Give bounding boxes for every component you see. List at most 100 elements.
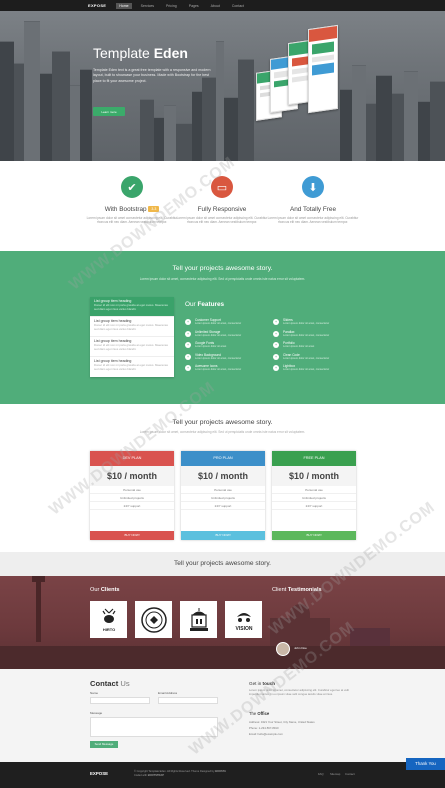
list-item-text: Donec id elit non mi porta gravida at eg… xyxy=(94,303,168,311)
list-group-item[interactable]: List group item heading Donec id elit no… xyxy=(90,317,174,337)
plan-feature: Unlimited projects xyxy=(181,494,265,502)
badge-logo-icon xyxy=(140,606,167,633)
nav-item-services[interactable]: Services xyxy=(138,3,157,9)
list-group: List group item heading Donec id elit no… xyxy=(90,297,174,377)
get-in-touch-title: Get in touch xyxy=(249,681,276,686)
feature-title: And Totally Free xyxy=(289,206,337,213)
message-label: Message xyxy=(90,711,103,715)
features-row: ✔ With Bootstrap 3.3 Lorem ipsum dolor s… xyxy=(0,161,445,251)
plan-feature: Personal use xyxy=(90,486,174,494)
feature-item: + Portfolio Lorem ipsum dolor sit amet xyxy=(273,341,315,348)
feature-item: + Video Background Lorem ipsum dolor sit a… xyxy=(185,352,242,360)
client-logo-hirto[interactable]: HIRTO xyxy=(90,601,127,638)
plan-price: $10 / month xyxy=(90,466,174,486)
plan-feature: Unlimited projects xyxy=(90,494,174,502)
list-item-text: Donec id elit non mi porta gravida at eg… xyxy=(94,343,168,351)
feature-item: + Customer Support Lorem ipsum dolor sit a… xyxy=(185,318,242,325)
plan-feature: Personal use xyxy=(272,486,356,494)
list-item-text: Donec id elit non mi porta gravida at eg… xyxy=(94,323,168,331)
device-mockups-image xyxy=(256,24,338,147)
contact-title: Contact Us xyxy=(90,679,130,688)
nav-item-pages[interactable]: Pages xyxy=(186,3,202,9)
nav-item-contact[interactable]: Contact xyxy=(229,3,247,9)
testimonial-author: John Doe xyxy=(294,646,307,650)
plus-icon: + xyxy=(185,353,191,360)
pricing-section: Tell your projects awesome story. Lorem … xyxy=(0,404,445,552)
name-input[interactable] xyxy=(90,697,150,704)
plan-name: PRO PLAN xyxy=(181,451,265,466)
plan-price: $10 / month xyxy=(272,466,356,486)
section-subtitle: Lorem ipsum dolor sit amet, consectetur … xyxy=(139,277,306,281)
avatar xyxy=(276,642,290,656)
version-badge: 3.3 xyxy=(148,206,160,213)
buy-now-button[interactable]: BUY NOW! xyxy=(90,531,174,540)
svg-text:HIRTO: HIRTO xyxy=(102,627,114,632)
email-input[interactable] xyxy=(158,697,218,704)
download-icon: ⬇ xyxy=(302,176,324,198)
list-group-item[interactable]: List group item heading Donec id elit no… xyxy=(90,337,174,357)
feature-item: + Awesome Icons Lorem ipsum dolor sit amet… xyxy=(185,364,242,371)
list-group-item[interactable]: List group item heading Donec id elit no… xyxy=(90,297,174,317)
feature-item: + Parallax Lorem ipsum dolor sit amet, con… xyxy=(273,329,330,337)
plus-icon: + xyxy=(185,365,191,371)
pricing-card-pro: PRO PLAN $10 / month Personal use Unlimi… xyxy=(181,451,265,540)
feature-item: + Google Fonts Lorem ipsum dolor sit amet xyxy=(185,341,227,348)
pricing-card-free: FREE PLAN $10 / month Personal use Unlim… xyxy=(272,451,356,540)
feature-free: ⬇ And Totally Free Lorem ipsum dolor sit… xyxy=(258,176,368,225)
buy-now-button[interactable]: BUY NOW! xyxy=(181,531,265,540)
nav-item-home[interactable]: Home xyxy=(116,2,132,9)
story-strip: Tell your projects awesome story. xyxy=(0,552,445,576)
page: EXPOSE Home Services Pricing Pages About… xyxy=(0,0,445,788)
client-logo-vision[interactable]: VISION xyxy=(225,601,262,638)
bird-logo-icon: VISION xyxy=(235,612,252,632)
contact-section: Contact Us Name Email Address Message Se… xyxy=(0,669,445,762)
plus-icon: + xyxy=(185,342,191,348)
thank-you-badge: Thank You xyxy=(406,758,445,770)
list-group-item[interactable]: List group item heading Donec id elit no… xyxy=(90,357,174,377)
message-textarea[interactable] xyxy=(90,717,218,737)
plan-feature: Personal use xyxy=(181,486,265,494)
clients-section: Our Clients HIRTO VISION Client Testimon… xyxy=(0,576,445,669)
section-title: Tell your projects awesome story. xyxy=(172,265,273,272)
plus-icon: + xyxy=(185,330,191,337)
our-clients-title: Our Clients xyxy=(90,587,120,593)
feature-item: + Sliders Lorem ipsum dolor sit amet, cons… xyxy=(273,318,330,325)
hero-learn-more-button[interactable]: Learn more xyxy=(93,107,125,116)
buy-now-button[interactable]: BUY NOW! xyxy=(272,531,356,540)
plus-icon: + xyxy=(273,319,279,325)
svg-text:VISION: VISION xyxy=(235,626,252,632)
plan-price: $10 / month xyxy=(181,466,265,486)
check-icon: ✔ xyxy=(121,176,143,198)
plan-name: DEV PLAN xyxy=(90,451,174,466)
testimonials-title: Client Testimonials xyxy=(272,587,322,593)
list-item-text: Donec id elit non mi porta gravida at eg… xyxy=(94,363,168,371)
footer-link-faq[interactable]: FAQ xyxy=(318,772,324,776)
plan-feature: 24/7 support xyxy=(181,502,265,510)
client-logo-building[interactable] xyxy=(180,601,217,638)
plus-icon: + xyxy=(273,365,279,371)
navbar-brand[interactable]: EXPOSE xyxy=(88,3,106,8)
office-email[interactable]: Email: hello@example.com xyxy=(249,732,283,736)
footer-link-sitemap[interactable]: Sitemap xyxy=(330,772,340,776)
features-column-2: + Sliders Lorem ipsum dolor sit amet, cons… xyxy=(273,318,355,376)
section-title: Tell your projects awesome story. xyxy=(172,419,273,426)
pricing-card-dev: DEV PLAN $10 / month Personal use Unlimi… xyxy=(90,451,174,540)
client-logo-badge[interactable] xyxy=(135,601,172,638)
footer-brand[interactable]: EXPOSE xyxy=(90,771,108,776)
feature-item: + Clean Code Lorem ipsum dolor sit amet, c… xyxy=(273,352,330,360)
send-message-button[interactable]: Send Message xyxy=(90,741,118,748)
feature-text: Lorem ipsum dolor sit amet consectetur a… xyxy=(267,216,359,225)
footer-link-contact[interactable]: Contact xyxy=(345,772,355,776)
building-logo-icon xyxy=(189,607,208,631)
section-subtitle: Lorem ipsum dolor sit amet, consectetur … xyxy=(139,430,306,434)
nav-item-pricing[interactable]: Pricing xyxy=(163,3,180,9)
plan-feature: 24/7 support xyxy=(90,502,174,510)
office-phone: Phone: 1-234-567-8910 xyxy=(249,726,279,730)
feature-item: + Unlimited Storage Lorem ipsum dolor sit … xyxy=(185,329,242,337)
plan-name: FREE PLAN xyxy=(272,451,356,466)
office-address: Address: 4321 Your Street, City Name, Un… xyxy=(249,720,315,724)
email-label: Email Address xyxy=(158,691,178,695)
nav-item-about[interactable]: About xyxy=(208,3,223,9)
deer-logo-icon: HIRTO xyxy=(102,608,115,632)
monitor-icon: ▭ xyxy=(211,176,233,198)
